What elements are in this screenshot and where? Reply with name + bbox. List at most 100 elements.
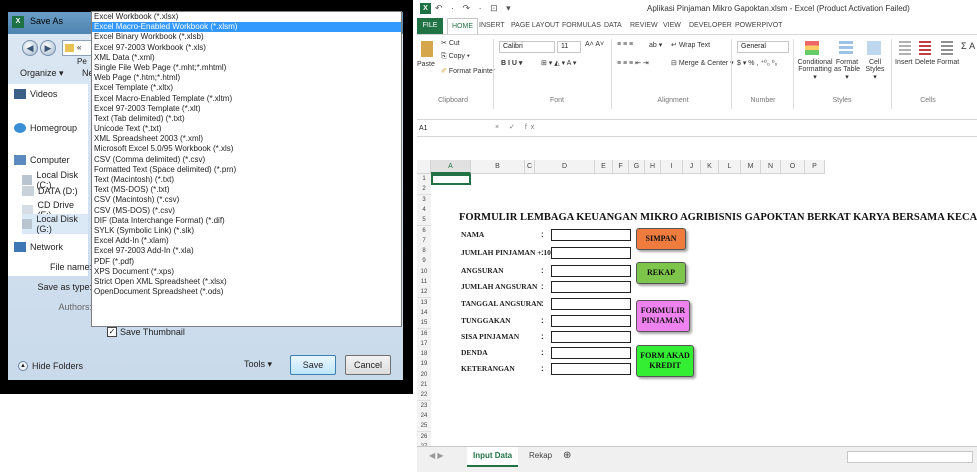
file-type-option[interactable]: Excel Add-In (*.xlam) [92, 236, 401, 246]
file-type-option[interactable]: Text (Tab delimited) (*.txt) [92, 114, 401, 124]
column-header[interactable]: P [805, 160, 825, 174]
form-field-input[interactable] [551, 298, 631, 310]
column-header[interactable]: A [431, 160, 471, 174]
sheet-tab-rekap[interactable]: Rekap [523, 447, 558, 467]
wrap-text-button[interactable]: ↵ Wrap Text [671, 41, 710, 49]
form-field-input[interactable] [551, 315, 631, 327]
column-header[interactable]: G [629, 160, 645, 174]
column-header[interactable]: H [645, 160, 661, 174]
file-type-option[interactable]: Excel Workbook (*.xlsx) [92, 12, 401, 22]
file-type-option[interactable]: Excel 97-2003 Add-In (*.xla) [92, 246, 401, 256]
form-field-input[interactable] [551, 265, 631, 277]
font-grow-shrink[interactable]: A˄ A˅ [585, 41, 604, 48]
file-type-option[interactable]: Microsoft Excel 5.0/95 Workbook (*.xls) [92, 144, 401, 154]
file-type-option[interactable]: CSV (MS-DOS) (*.csv) [92, 206, 401, 216]
file-type-option[interactable]: Unicode Text (*.txt) [92, 124, 401, 134]
tab-developer[interactable]: DEVELOPER [689, 18, 732, 34]
rekap-button[interactable]: REKAP [636, 262, 686, 284]
select-all-corner[interactable] [417, 160, 431, 174]
font-size-box[interactable]: 11 [557, 41, 581, 53]
form-field-input[interactable] [551, 247, 631, 259]
quick-access-toolbar[interactable]: ↶ · ↷ · ⊡ ▾ [435, 3, 514, 14]
form-field-input[interactable] [551, 281, 631, 293]
address-bar[interactable]: « Pe [62, 40, 92, 66]
sheet-nav-arrows[interactable]: ◀ ▶ [423, 447, 450, 467]
tab-insert[interactable]: INSERT [479, 18, 505, 34]
nav-item-computer[interactable]: Computer [14, 155, 70, 165]
file-type-option[interactable]: Excel Template (*.xltx) [92, 83, 401, 93]
file-type-option[interactable]: Excel Macro-Enabled Template (*.xltm) [92, 94, 401, 104]
nav-item-data-d[interactable]: DATA (D:) [22, 186, 78, 196]
orientation-button[interactable]: ab ▾ [649, 41, 662, 49]
form-field-input[interactable] [551, 347, 631, 359]
worksheet-grid[interactable]: FORMULIR LEMBAGA KEUANGAN MIKRO AGRIBISN… [417, 160, 977, 453]
format-painter-button[interactable]: ✐ Format Painter [441, 67, 495, 75]
column-header[interactable]: I [661, 160, 683, 174]
add-sheet-icon[interactable]: ⊕ [557, 447, 577, 467]
align-bottom-buttons[interactable]: ≡ ≡ ≡ ⇤ ⇥ [617, 59, 649, 67]
font-name-box[interactable]: Calibri [499, 41, 555, 53]
file-type-option[interactable]: XPS Document (*.xps) [92, 267, 401, 277]
save-thumbnail-checkbox[interactable]: ✓ [107, 327, 117, 337]
form-field-input[interactable] [551, 363, 631, 375]
tab-file[interactable]: FILE [417, 18, 443, 34]
file-type-option[interactable]: Text (Macintosh) (*.txt) [92, 175, 401, 185]
nav-item-network[interactable]: Network [14, 242, 63, 252]
paste-button[interactable]: Paste [417, 61, 435, 68]
save-button[interactable]: Save [290, 355, 336, 375]
form-field-input[interactable] [551, 331, 631, 343]
simpan-button[interactable]: SIMPAN [636, 228, 686, 250]
nav-item-local-disk-g[interactable]: Local Disk (G:) [22, 214, 88, 234]
delete-button[interactable]: Delete [915, 59, 935, 66]
column-header[interactable]: M [741, 160, 761, 174]
file-type-option[interactable]: XML Spreadsheet 2003 (*.xml) [92, 134, 401, 144]
form-field-input[interactable] [551, 229, 631, 241]
column-header[interactable]: D [535, 160, 595, 174]
nav-item-homegroup[interactable]: Homegroup [14, 123, 77, 133]
file-type-option[interactable]: CSV (Macintosh) (*.csv) [92, 195, 401, 205]
sheet-tab-input-data[interactable]: Input Data [467, 447, 519, 467]
file-type-option[interactable]: SYLK (Symbolic Link) (*.slk) [92, 226, 401, 236]
file-type-option[interactable]: Formatted Text (Space delimited) (*.prn) [92, 165, 401, 175]
paste-icon[interactable] [421, 41, 433, 57]
column-header[interactable]: K [701, 160, 719, 174]
organize-menu[interactable]: Organize ▾ [20, 68, 64, 79]
file-type-option[interactable]: Single File Web Page (*.mht;*.mhtml) [92, 63, 401, 73]
cell-styles-button[interactable]: Cell Styles ▾ [863, 59, 887, 81]
save-as-type-dropdown-list[interactable]: Excel Workbook (*.xlsx) Excel Macro-Enabl… [91, 11, 402, 327]
tab-page-layout[interactable]: PAGE LAYOUT [511, 18, 559, 34]
nav-item-videos[interactable]: Videos [14, 89, 57, 99]
column-header[interactable]: L [719, 160, 741, 174]
column-header[interactable]: B [471, 160, 525, 174]
column-header[interactable]: F [613, 160, 629, 174]
insert-button[interactable]: Insert [895, 59, 913, 66]
column-header[interactable]: J [683, 160, 701, 174]
copy-button[interactable]: ⎘ Copy ▾ [441, 53, 470, 61]
forward-arrow-icon[interactable]: ▶ [40, 40, 56, 56]
file-type-option[interactable]: Web Page (*.htm;*.html) [92, 73, 401, 83]
tab-powerpivot[interactable]: POWERPIVOT [735, 18, 782, 34]
form-akad-kredit-button[interactable]: FORM AKAD KREDIT [636, 345, 694, 377]
align-top-buttons[interactable]: ≡ ≡ ≡ [617, 41, 633, 48]
column-header[interactable]: N [761, 160, 781, 174]
file-type-option[interactable]: Excel 97-2003 Workbook (*.xls) [92, 43, 401, 53]
format-as-table-button[interactable]: Format as Table ▾ [833, 59, 861, 81]
name-box[interactable]: A1 [419, 123, 485, 135]
cancel-button[interactable]: Cancel [345, 355, 391, 375]
autosum-button[interactable]: Σ A [961, 41, 975, 51]
bold-italic-underline[interactable]: B I U ▾ [501, 59, 522, 67]
tools-menu[interactable]: Tools ▾ [244, 359, 272, 370]
tab-view[interactable]: VIEW [663, 18, 681, 34]
file-type-option[interactable]: OpenDocument Spreadsheet (*.ods) [92, 287, 401, 297]
active-cell[interactable] [431, 174, 471, 185]
file-type-option[interactable]: Excel Macro-Enabled Workbook (*.xlsm) [92, 22, 401, 33]
conditional-formatting-button[interactable]: Conditional Formatting ▾ [797, 59, 833, 81]
file-type-option[interactable]: Excel Binary Workbook (*.xlsb) [92, 32, 401, 42]
file-type-option[interactable]: DIF (Data Interchange Format) (*.dif) [92, 216, 401, 226]
file-type-option[interactable]: Excel 97-2003 Template (*.xlt) [92, 104, 401, 114]
formula-icons[interactable]: × ✓ fx [495, 123, 538, 131]
tab-home[interactable]: HOME [447, 18, 478, 34]
number-symbols[interactable]: $ ▾ % , ⁺⁰₀ ⁰₀ [737, 59, 777, 67]
horizontal-scrollbar[interactable] [847, 451, 973, 463]
column-header[interactable]: E [595, 160, 613, 174]
